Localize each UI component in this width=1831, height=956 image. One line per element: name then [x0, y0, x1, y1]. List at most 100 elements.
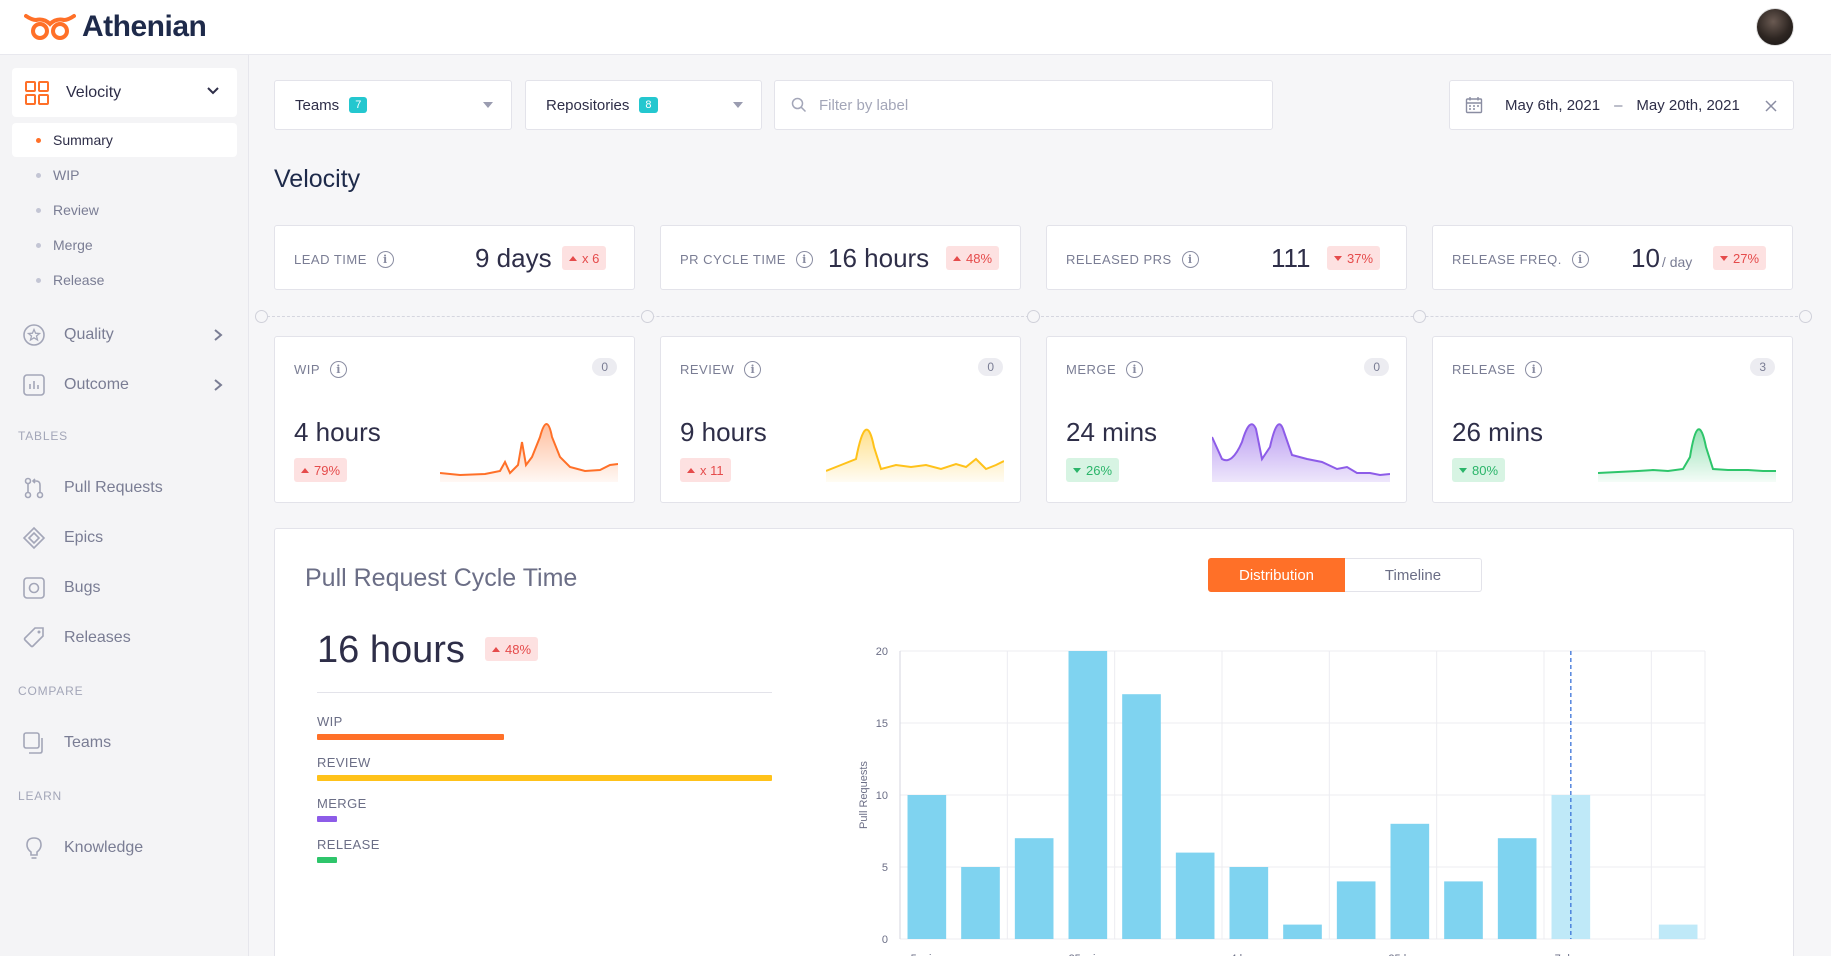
arrow-up-icon	[687, 467, 695, 473]
sidebar-subitem-review[interactable]: Review	[12, 193, 237, 227]
sidebar-subitem-merge[interactable]: Merge	[12, 228, 237, 262]
search-icon	[791, 97, 807, 113]
stage-card-review[interactable]: REVIEW i 0 9 hours x 11	[660, 336, 1021, 503]
arrow-up-icon	[301, 467, 309, 473]
stage-label: RELEASE	[1452, 362, 1516, 377]
stage-delta-badge: 80%	[1452, 458, 1506, 482]
kpi-label: RELEASED PRS	[1066, 252, 1172, 267]
histogram-bar	[1658, 924, 1698, 939]
histogram-bar	[1175, 852, 1215, 939]
kpi-delta-badge: 37%	[1327, 246, 1381, 270]
stage-value: 4 hours	[294, 417, 381, 447]
tab-timeline[interactable]: Timeline	[1345, 558, 1482, 592]
info-icon[interactable]: i	[795, 251, 813, 268]
page-title: Velocity	[274, 165, 361, 193]
y-tick-label: 15	[876, 718, 888, 730]
breakdown-label-release: RELEASE	[317, 837, 380, 852]
info-icon[interactable]: i	[1571, 251, 1589, 268]
date-from[interactable]: May 6th, 2021	[1505, 97, 1600, 114]
arrow-up-icon	[569, 255, 577, 261]
sidebar-item-label: Velocity	[66, 83, 122, 101]
sidebar-subitem-label: WIP	[53, 167, 80, 183]
tab-distribution[interactable]: Distribution	[1208, 558, 1345, 592]
sidebar-item-teams[interactable]: Teams	[22, 728, 227, 758]
sidebar-item-label: Bugs	[64, 579, 101, 596]
label-search-input[interactable]: Filter by label	[774, 80, 1273, 130]
sidebar-subitem-release[interactable]: Release	[12, 263, 237, 297]
sidebar-item-quality[interactable]: Quality	[22, 320, 227, 350]
search-placeholder: Filter by label	[819, 96, 909, 114]
sidebar-subitem-label: Merge	[53, 237, 93, 253]
date-range-picker[interactable]: May 6th, 2021 – May 20th, 2021	[1449, 80, 1794, 130]
stage-card-merge[interactable]: MERGE i 0 24 mins 26%	[1046, 336, 1407, 503]
date-to[interactable]: May 20th, 2021	[1636, 97, 1739, 114]
stage-card-wip[interactable]: WIP i 0 4 hours 79%	[274, 336, 635, 503]
breakdown-bar-wip	[317, 734, 504, 740]
panel-title: Pull Request Cycle Time	[305, 564, 578, 592]
stage-card-release[interactable]: RELEASE i 3 26 mins 80%	[1432, 336, 1793, 503]
bullet-icon	[36, 172, 41, 178]
histogram-bar	[1497, 838, 1537, 939]
sidebar-subitem-wip[interactable]: WIP	[12, 158, 237, 192]
teams-dropdown[interactable]: Teams 7	[274, 80, 512, 130]
close-icon[interactable]	[1765, 100, 1777, 112]
stage-delta-badge: 79%	[294, 458, 348, 482]
lightbulb-icon	[22, 836, 46, 860]
kpi-label: PR CYCLE TIME	[680, 252, 786, 267]
info-icon[interactable]: i	[1181, 251, 1199, 268]
wip-sparkline	[440, 423, 618, 482]
app-logo[interactable]: Athenian	[24, 10, 207, 44]
breakdown-label-review: REVIEW	[317, 755, 371, 770]
review-sparkline	[826, 428, 1004, 482]
histogram-bar	[1229, 867, 1269, 939]
sidebar-item-epics[interactable]: Epics	[22, 523, 227, 553]
section-label-learn: LEARN	[18, 789, 63, 803]
teams-icon	[22, 731, 46, 755]
bar-chart-icon	[22, 373, 46, 397]
user-avatar[interactable]	[1756, 8, 1794, 46]
breakdown-bar-merge	[317, 816, 337, 822]
sidebar-subitem-summary[interactable]: Summary	[12, 123, 237, 157]
sidebar-item-label: Outcome	[64, 376, 129, 393]
repositories-dropdown[interactable]: Repositories 8	[525, 80, 762, 130]
info-icon[interactable]: i	[1126, 361, 1144, 378]
stage-label: WIP	[294, 362, 321, 377]
connector-node	[255, 310, 268, 323]
arrow-up-icon	[953, 255, 961, 261]
section-label-compare: COMPARE	[18, 684, 84, 698]
diamond-icon	[22, 526, 46, 550]
info-icon[interactable]: i	[376, 251, 394, 268]
kpi-value: 16 hours	[828, 243, 930, 273]
distribution-chart: 051015205 mins35 mins4 hours25 hours7 da…	[858, 646, 1706, 956]
stage-count-badge: 0	[1364, 358, 1389, 376]
kpi-card-release-freq[interactable]: RELEASE FREQ. i 10/ day 27%	[1432, 225, 1793, 290]
kpi-name: PR CYCLE TIME i	[680, 251, 813, 268]
info-icon[interactable]: i	[744, 361, 762, 378]
sidebar-item-pull-requests[interactable]: Pull Requests	[22, 473, 227, 503]
stage-delta-badge: 26%	[1066, 458, 1120, 482]
stage-value: 26 mins	[1452, 417, 1544, 447]
kpi-value: 111	[1271, 243, 1311, 273]
sidebar-item-velocity[interactable]: Velocity	[12, 68, 237, 117]
kpi-delta-badge: x 6	[562, 246, 607, 270]
kpi-card-lead-time[interactable]: LEAD TIME i 9 days x 6	[274, 225, 635, 290]
sidebar-item-outcome[interactable]: Outcome	[22, 370, 227, 400]
sidebar-subitem-label: Release	[53, 272, 105, 288]
pull-request-icon	[22, 476, 46, 500]
repositories-label: Repositories	[546, 96, 630, 114]
stage-count-badge: 3	[1750, 358, 1775, 376]
histogram-bar	[1283, 924, 1322, 939]
sidebar-item-bugs[interactable]: Bugs	[22, 573, 227, 603]
bullet-icon	[36, 277, 41, 283]
arrow-down-icon	[1459, 467, 1467, 473]
sidebar-item-knowledge[interactable]: Knowledge	[22, 833, 227, 863]
stage-delta-badge: x 11	[680, 458, 731, 482]
info-icon[interactable]: i	[330, 361, 348, 378]
cycle-time-value: 16 hours	[317, 629, 465, 671]
sidebar-item-label: Quality	[64, 326, 114, 343]
sidebar-item-label: Epics	[64, 529, 104, 546]
sidebar-item-releases[interactable]: Releases	[22, 623, 227, 653]
info-icon[interactable]: i	[1525, 361, 1543, 378]
kpi-card-released-prs[interactable]: RELEASED PRS i 111 37%	[1046, 225, 1407, 290]
kpi-card-pr-cycle-time[interactable]: PR CYCLE TIME i 16 hours 48%	[660, 225, 1021, 290]
